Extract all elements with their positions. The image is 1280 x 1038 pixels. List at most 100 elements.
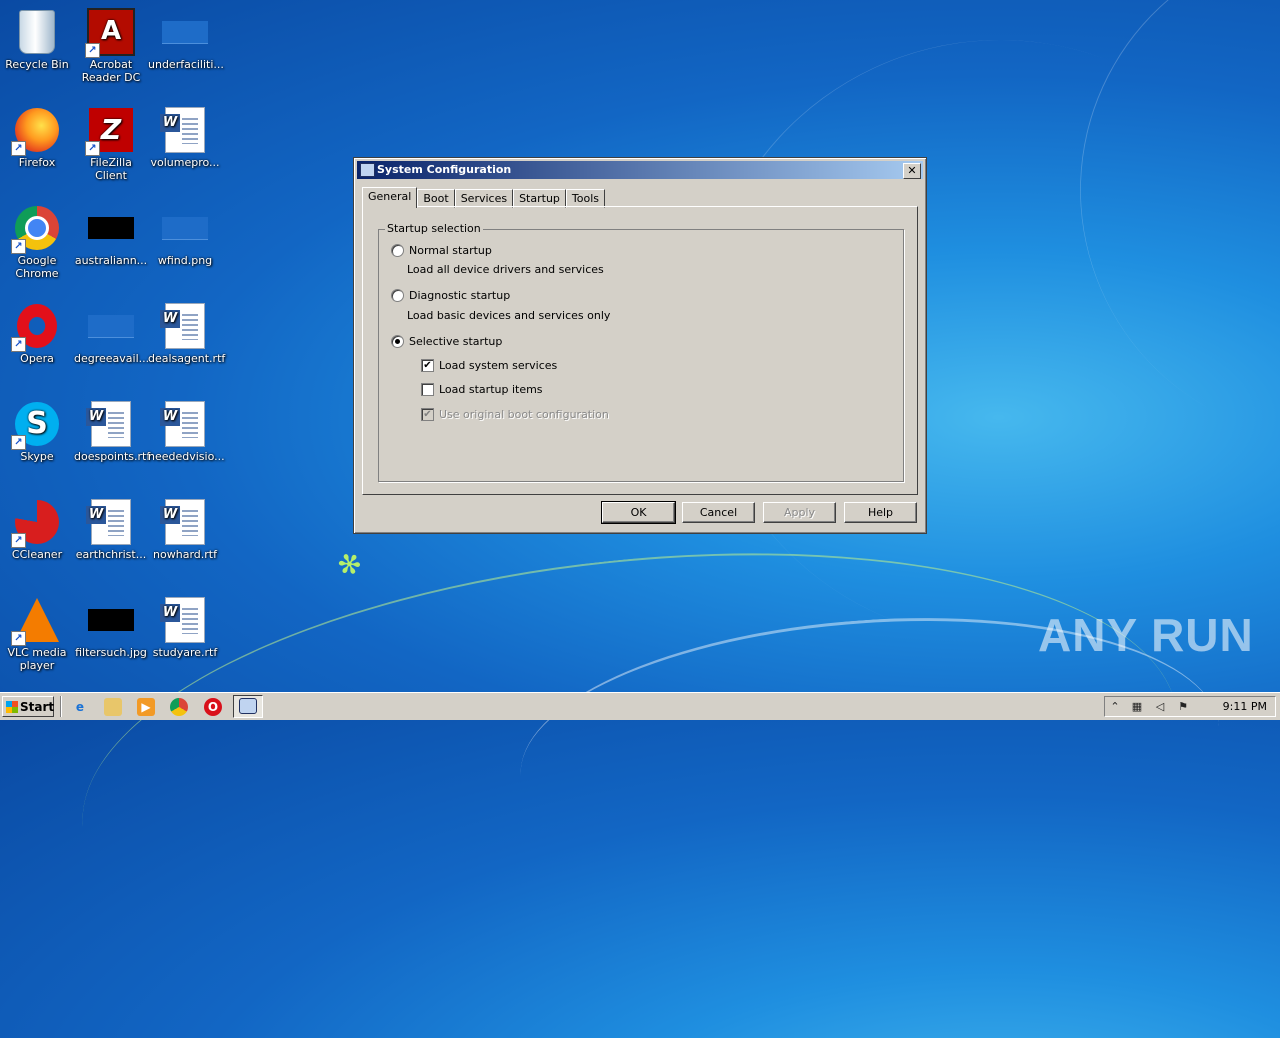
desktop-icon-file[interactable]: australiann... [74, 198, 148, 267]
desktop-icon-opera[interactable]: ↗ Opera [0, 296, 74, 365]
action-center-flag-icon[interactable]: ⚑ [1176, 700, 1190, 714]
desktop-icon-vlc[interactable]: ↗ VLC media player [0, 590, 74, 672]
chrome-taskbar-icon[interactable] [170, 698, 188, 716]
desktop-icon-file[interactable]: W dealsagent.rtf [148, 296, 226, 365]
desktop-icon-file[interactable]: W studyare.rtf [148, 590, 222, 659]
load-system-services-checkbox[interactable]: ✔ Load system services [421, 359, 557, 372]
msconfig-icon [239, 698, 257, 714]
shortcut-arrow-icon: ↗ [85, 141, 100, 156]
radio-button[interactable] [391, 244, 404, 257]
desktop-icon-label: neededvisio... [148, 450, 225, 463]
system-configuration-dialog: System Configuration ✕ General Boot Serv… [353, 157, 927, 534]
radio-label: Selective startup [409, 335, 503, 348]
shortcut-arrow-icon: ↗ [85, 43, 100, 58]
image-thumbnail-icon [88, 217, 134, 239]
desktop-icon-ccleaner[interactable]: ↗ CCleaner [0, 492, 74, 561]
desktop-icon-skype[interactable]: S ↗ Skype [0, 394, 74, 463]
desktop-icon-label: earthchrist... [75, 548, 147, 561]
checkbox-box[interactable] [421, 383, 434, 396]
desktop-icon-label: Firefox [18, 156, 56, 169]
radio-label: Diagnostic startup [409, 289, 511, 302]
desktop-icon-label: doespoints.rtf [74, 450, 151, 463]
show-hidden-icons-icon[interactable]: ⌃ [1108, 700, 1122, 714]
desktop-icon-label: FileZilla Client [90, 156, 132, 182]
network-icon[interactable]: ▦ [1130, 700, 1144, 714]
desktop-icon-file[interactable]: wfind.png [148, 198, 222, 267]
volume-icon[interactable]: ◁ [1153, 700, 1167, 714]
desktop-icon-label: filtersuch.jpg [75, 646, 147, 659]
desktop-icon-file[interactable]: filtersuch.jpg [74, 590, 148, 659]
tab-general[interactable]: General [362, 187, 418, 208]
close-button[interactable]: ✕ [903, 163, 921, 179]
system-configuration-taskbar-button[interactable] [233, 695, 263, 718]
desktop-icon-filezilla[interactable]: Z ↗ FileZilla Client [74, 100, 148, 182]
word-document-icon: W [160, 401, 205, 447]
shortcut-arrow-icon: ↗ [11, 533, 26, 548]
desktop-icon-firefox[interactable]: ↗ Firefox [0, 100, 74, 169]
internet-explorer-icon[interactable]: e [71, 698, 89, 716]
desktop-icon-label: Google Chrome [15, 254, 59, 280]
desktop-icon-file[interactable]: underfaciliti... [148, 2, 224, 71]
desktop-icon-recycle-bin[interactable]: Recycle Bin [0, 2, 74, 71]
checkbox-label: Load system services [439, 359, 558, 372]
ok-button[interactable]: OK [601, 501, 676, 524]
checkbox-label: Use original boot configuration [439, 408, 609, 421]
tab-strip: General Boot Services Startup Tools [362, 187, 606, 208]
word-document-icon: W [160, 303, 205, 349]
wallpaper-leaf-icon: ✻ [332, 544, 368, 585]
word-document-icon: W [160, 499, 205, 545]
load-startup-items-checkbox[interactable]: Load startup items [421, 383, 543, 396]
opera-taskbar-icon[interactable]: O [204, 698, 222, 716]
desktop-icon-file[interactable]: degreeavail... [74, 296, 150, 365]
recycle-bin-icon [19, 10, 55, 54]
desktop-icon-label: Recycle Bin [5, 58, 69, 71]
start-button[interactable]: Start [2, 696, 54, 717]
taskbar: Start e ▶ O ⌃ ▦ ◁ ⚑ 9:11 PM [0, 692, 1280, 720]
selective-startup-radio[interactable]: Selective startup [391, 335, 502, 348]
desktop-icon-file[interactable]: W volumepro... [148, 100, 222, 169]
desktop-icon-label: CCleaner [11, 548, 63, 561]
desktop-icon-acrobat-reader[interactable]: A ↗ Acrobat Reader DC [74, 2, 148, 84]
dialog-titlebar[interactable]: System Configuration ✕ [357, 161, 923, 179]
checkbox-box[interactable]: ✔ [421, 359, 434, 372]
desktop-icon-file[interactable]: W earthchrist... [74, 492, 148, 561]
radio-button[interactable] [391, 335, 404, 348]
image-thumbnail-icon [88, 314, 134, 338]
image-thumbnail-icon [88, 609, 134, 631]
msconfig-icon [360, 163, 375, 177]
normal-startup-radio[interactable]: Normal startup [391, 244, 492, 257]
shortcut-arrow-icon: ↗ [11, 631, 26, 646]
help-button[interactable]: Help [844, 502, 917, 523]
startup-selection-group: Startup selection Normal startup Load al… [378, 222, 904, 482]
cancel-button[interactable]: Cancel [682, 502, 755, 523]
image-thumbnail-icon [162, 20, 208, 44]
desktop-icon-label: dealsagent.rtf [148, 352, 226, 365]
word-document-icon: W [86, 499, 131, 545]
desktop-icon-label: wfind.png [157, 254, 213, 267]
clock[interactable]: 9:11 PM [1223, 697, 1267, 716]
desktop-icon-label: VLC media player [7, 646, 67, 672]
desktop-icon-label: underfaciliti... [148, 58, 224, 71]
desktop-icon-label: Skype [20, 450, 54, 463]
desktop-icon-file[interactable]: W doespoints.rtf [74, 394, 151, 463]
desktop-icon-google-chrome[interactable]: ↗ Google Chrome [0, 198, 74, 280]
word-document-icon: W [160, 107, 205, 153]
desktop-icon-file[interactable]: W nowhard.rtf [148, 492, 222, 561]
desktop-icon-label: Opera [20, 352, 54, 365]
media-player-icon[interactable]: ▶ [137, 698, 155, 716]
image-thumbnail-icon [162, 216, 208, 240]
use-original-boot-config-checkbox: ✔ Use original boot configuration [421, 408, 609, 421]
radio-button[interactable] [391, 289, 404, 302]
apply-button: Apply [763, 502, 836, 523]
general-tab-panel: Startup selection Normal startup Load al… [362, 206, 918, 495]
shortcut-arrow-icon: ↗ [11, 337, 26, 352]
desktop-icon-file[interactable]: W neededvisio... [148, 394, 225, 463]
desktop-icon-label: nowhard.rtf [153, 548, 217, 561]
radio-label: Normal startup [409, 244, 492, 257]
desktop-icon-label: degreeavail... [74, 352, 150, 365]
shortcut-arrow-icon: ↗ [11, 141, 26, 156]
normal-startup-description: Load all device drivers and services [407, 263, 604, 276]
file-explorer-icon[interactable] [104, 698, 122, 716]
diagnostic-startup-radio[interactable]: Diagnostic startup [391, 289, 510, 302]
shortcut-arrow-icon: ↗ [11, 239, 26, 254]
